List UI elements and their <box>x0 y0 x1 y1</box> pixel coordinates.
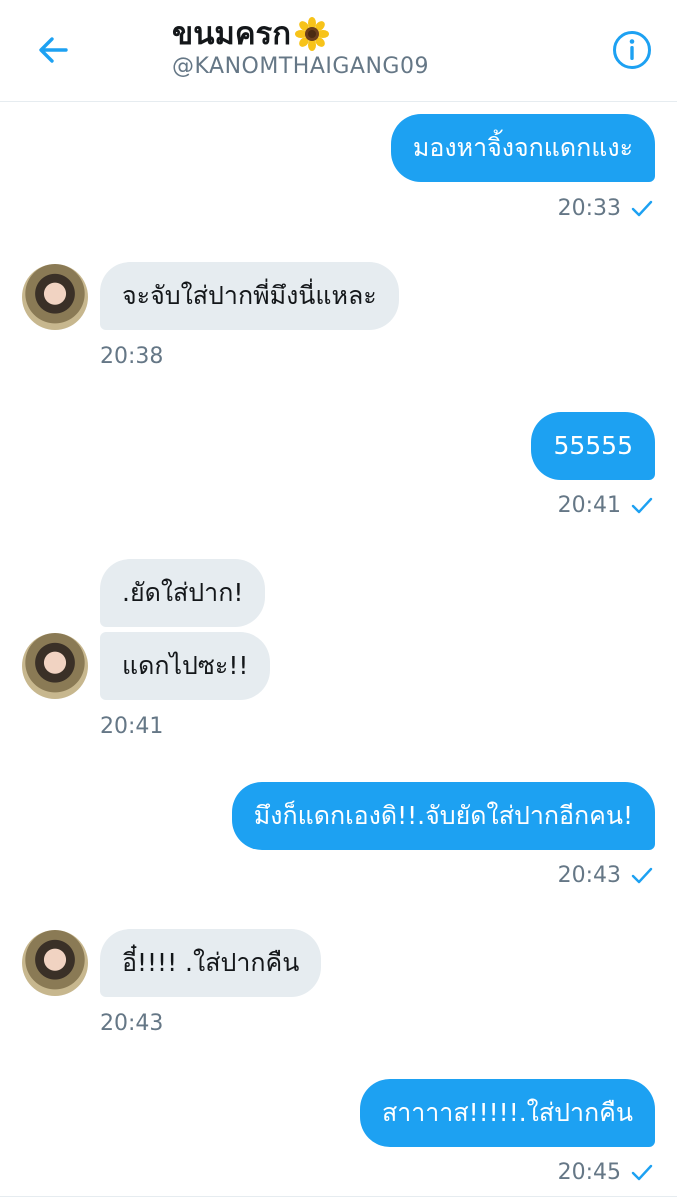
arrow-left-icon <box>39 37 68 63</box>
back-button[interactable] <box>34 30 74 70</box>
message-timestamp: 20:43 <box>100 1011 164 1036</box>
checkmark-icon <box>631 867 653 883</box>
sunflower-icon <box>294 17 329 51</box>
message-timestamp: 20:33 <box>558 196 653 221</box>
avatar[interactable] <box>22 264 88 330</box>
message-timestamp: 20:41 <box>558 493 653 518</box>
header-title-block[interactable]: ขนมครก @KANOMTHAIGANG09 <box>172 14 429 79</box>
message-bubble-incoming[interactable]: อี๋!!!! .ใส่ปากคืน <box>100 929 322 997</box>
info-button[interactable] <box>612 30 652 70</box>
message-bubble-outgoing[interactable]: 55555 <box>531 412 655 480</box>
message-timestamp: 20:43 <box>558 863 653 888</box>
timestamp-text: 20:41 <box>557 493 621 518</box>
avatar[interactable] <box>22 633 88 699</box>
checkmark-icon <box>631 200 653 216</box>
message-bubble-incoming[interactable]: แดกไปซะ!! <box>100 632 271 700</box>
user-handle: @KANOMTHAIGANG09 <box>172 54 429 79</box>
timestamp-text: 20:33 <box>557 196 621 221</box>
timestamp-text: 20:45 <box>557 1160 621 1185</box>
info-icon <box>613 31 651 69</box>
message-bubble-incoming[interactable]: .ยัดใส่ปาก! <box>100 559 266 627</box>
checkmark-icon <box>631 1164 653 1180</box>
message-timestamp: 20:41 <box>100 714 164 739</box>
avatar[interactable] <box>22 930 88 996</box>
timestamp-text: 20:43 <box>557 863 621 888</box>
message-timestamp: 20:38 <box>100 344 164 369</box>
message-bubble-outgoing[interactable]: มึงก็แดกเองดิ!!.จับยัดใส่ปากอีกคน! <box>231 782 655 850</box>
conversation-header: ขนมครก @KANOMTHAIGANG09 <box>0 0 677 102</box>
message-timestamp: 20:45 <box>558 1160 653 1185</box>
checkmark-icon <box>631 497 653 513</box>
conversation-title: ขนมครก <box>172 16 291 52</box>
message-bubble-outgoing[interactable]: มองหาจิ้งจกแดกแงะ <box>390 114 655 182</box>
message-bubble-incoming[interactable]: จะจับใส่ปากพี่มึงนี่แหละ <box>100 262 399 330</box>
composer-divider <box>0 1196 677 1197</box>
message-bubble-outgoing[interactable]: สาาาาส!!!!!.ใส่ปากคืน <box>359 1079 655 1147</box>
